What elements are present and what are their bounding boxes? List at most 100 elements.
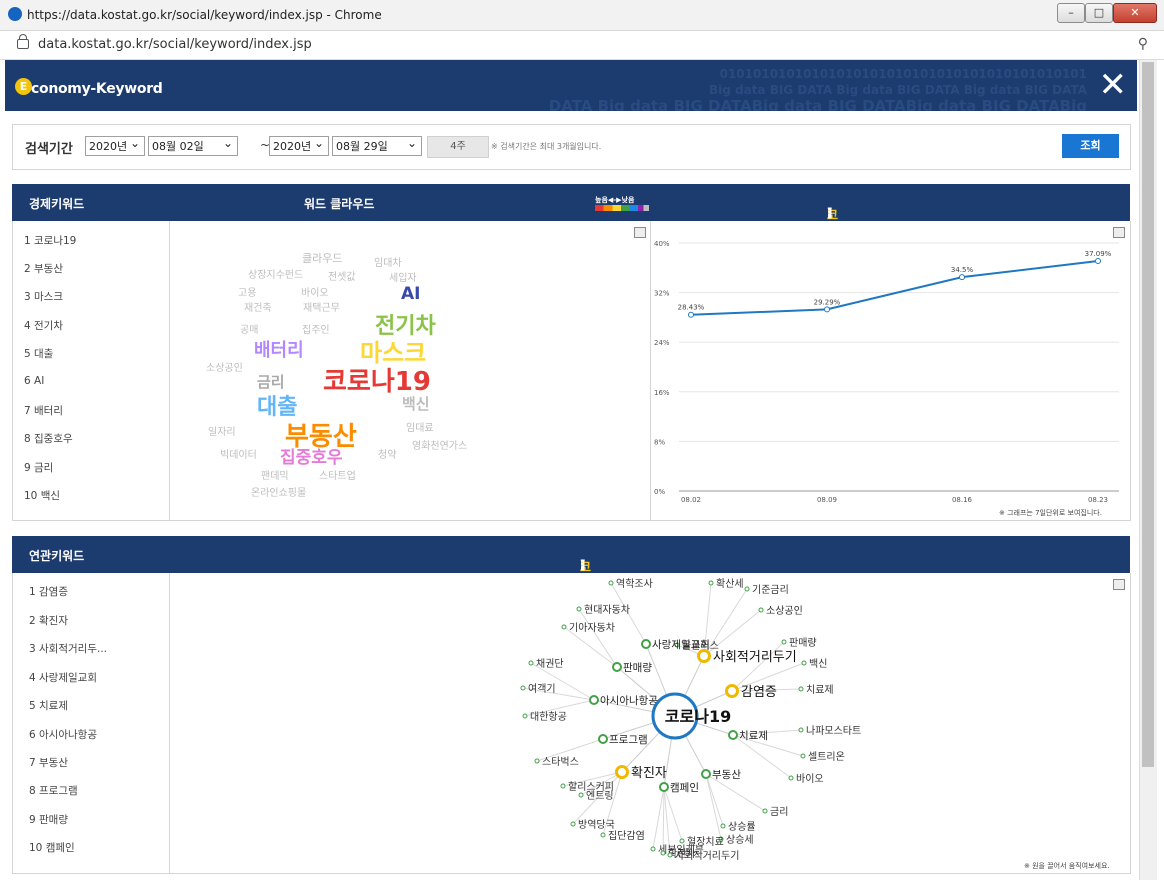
network-leaf-node[interactable] (660, 850, 666, 856)
network-leaf-node[interactable] (534, 758, 540, 764)
list-item[interactable]: 8 프로그램 (29, 783, 78, 798)
word-cloud-term[interactable]: 일자리 (208, 423, 236, 438)
network-leaf-node[interactable] (679, 838, 685, 844)
network-mid-node[interactable] (701, 769, 711, 779)
maximize-button[interactable]: □ (1085, 3, 1113, 23)
list-item[interactable]: 1 감염증 (29, 584, 68, 599)
network-leaf-node[interactable] (781, 639, 787, 645)
list-item[interactable]: 3 사회적거리두... (29, 641, 107, 656)
word-cloud-term[interactable]: 클라우드 (302, 250, 342, 266)
network-mid-node[interactable] (659, 782, 669, 792)
network-leaf-node[interactable] (801, 660, 807, 666)
network-leaf-node[interactable] (800, 753, 806, 759)
network-leaf-node[interactable] (720, 823, 726, 829)
start-date-select[interactable]: 08월 02일 (148, 133, 238, 156)
word-cloud-term[interactable]: 집주인 (302, 321, 330, 336)
word-cloud-term[interactable]: 소상공인 (206, 359, 243, 374)
list-item[interactable]: 9 판매량 (29, 812, 68, 827)
network-leaf-node[interactable] (600, 832, 606, 838)
network-leaf-node[interactable] (708, 580, 714, 586)
network-mid-node[interactable] (728, 730, 738, 740)
network-leaf-node[interactable] (561, 624, 567, 630)
network-leaf-node[interactable] (744, 586, 750, 592)
list-item[interactable]: 7 부동산 (29, 755, 68, 770)
list-item[interactable]: 7 배터리 (24, 403, 63, 418)
network-major-node[interactable] (615, 765, 629, 779)
word-cloud-term[interactable]: 청약 (378, 446, 396, 461)
address-bar[interactable]: data.kostat.go.kr/social/keyword/index.j… (0, 31, 1164, 60)
url-text[interactable]: data.kostat.go.kr/social/keyword/index.j… (38, 37, 312, 52)
network-leaf-label: 기아자동차 (569, 622, 615, 634)
scrollbar[interactable] (1139, 60, 1157, 880)
word-cloud-term[interactable]: 임대차 (374, 254, 402, 269)
network-mid-node[interactable] (598, 734, 608, 744)
network-major-node[interactable] (697, 649, 711, 663)
end-date-select[interactable]: 08월 29일 (332, 133, 422, 156)
network-mid-node[interactable] (589, 695, 599, 705)
network-leaf-node[interactable] (798, 727, 804, 733)
network-leaf-node[interactable] (798, 686, 804, 692)
network-leaf-node[interactable] (570, 821, 576, 827)
list-item[interactable]: 5 대출 (24, 346, 53, 361)
zoom-icon[interactable]: ⚲ (1138, 36, 1148, 52)
search-button[interactable]: 조회 (1062, 134, 1119, 158)
network-mid-node[interactable] (641, 639, 651, 649)
network-major-node[interactable] (725, 684, 739, 698)
word-cloud-term[interactable]: 집중호우 (280, 443, 343, 468)
network-leaf-node[interactable] (520, 685, 526, 691)
network-leaf-node[interactable] (528, 660, 534, 666)
related-keyword-bar: 연관키워드 [코로나19] 키워드 관계망 (12, 536, 1130, 673)
keyword-network-graph[interactable]: 역학조사 확산세기준금리현대자동차 소상공인기아자동차판매량채권단 백신여객기 치료제대… (170, 573, 1130, 873)
word-cloud-term[interactable]: 빅데이터 (220, 446, 257, 461)
image-save-icon[interactable] (634, 227, 646, 238)
word-cloud-term[interactable]: 상장지수펀드 (248, 266, 303, 281)
word-cloud-term[interactable]: 바이오 (301, 284, 329, 299)
list-item[interactable]: 5 치료제 (29, 698, 68, 713)
word-cloud-term[interactable]: 세입자 (389, 269, 417, 284)
list-item[interactable]: 2 확진자 (29, 613, 68, 628)
list-item[interactable]: 6 AI (24, 375, 44, 387)
word-cloud-term[interactable]: 온라인쇼핑몰 (251, 484, 306, 499)
network-leaf-node[interactable] (522, 713, 528, 719)
network-leaf-node[interactable] (650, 846, 656, 852)
network-leaf-node[interactable] (560, 783, 566, 789)
start-year-select[interactable]: 2020년 (85, 133, 145, 156)
network-leaf-node[interactable] (578, 792, 584, 798)
word-cloud-term[interactable]: 전셋값 (328, 268, 356, 283)
network-leaf-label: 판매량 (789, 637, 817, 649)
network-leaf-node[interactable] (762, 808, 768, 814)
word-cloud-term[interactable]: 임대료 (406, 419, 434, 434)
word-cloud-term[interactable]: 고용 (238, 284, 256, 299)
list-item[interactable]: 10 백신 (24, 488, 60, 503)
y-tick-label: 16% (654, 389, 670, 397)
word-cloud-term[interactable]: 영화천연가스 (412, 437, 467, 452)
list-item[interactable]: 9 금리 (24, 460, 53, 475)
network-leaf-node[interactable] (667, 852, 673, 858)
word-cloud-term[interactable]: AI (401, 284, 420, 304)
minimize-button[interactable]: – (1057, 3, 1085, 23)
network-leaf-node[interactable] (608, 580, 614, 586)
list-item[interactable]: 2 부동산 (24, 261, 63, 276)
word-cloud-term[interactable]: 배터리 (254, 336, 304, 362)
word-cloud-term[interactable]: 공매 (240, 321, 258, 336)
list-item[interactable]: 8 집중호우 (24, 431, 73, 446)
scrollbar-thumb[interactable] (1142, 62, 1154, 767)
word-cloud-term[interactable]: 스타트업 (319, 467, 356, 482)
network-leaf-node[interactable] (788, 775, 794, 781)
end-year-select[interactable]: 2020년 (269, 133, 329, 156)
word-cloud-term[interactable]: 백신 (402, 393, 430, 414)
network-leaf-node[interactable] (576, 606, 582, 612)
list-item[interactable]: 6 아시아나항공 (29, 727, 97, 742)
word-cloud-term[interactable]: 팬데믹 (261, 467, 289, 482)
close-popup-button[interactable]: ✕ (1099, 68, 1128, 102)
close-window-button[interactable]: ✕ (1113, 3, 1157, 23)
list-item[interactable]: 3 마스크 (24, 289, 63, 304)
list-item[interactable]: 10 캠페인 (29, 840, 75, 855)
list-item[interactable]: 4 전기차 (24, 318, 63, 333)
word-cloud-term[interactable]: 재건축 (244, 299, 272, 314)
list-item[interactable]: 4 사랑제일교회 (29, 670, 97, 685)
word-cloud-term[interactable]: 재택근무 (303, 299, 340, 314)
network-leaf-node[interactable] (758, 607, 764, 613)
list-item[interactable]: 1 코로나19 (24, 233, 76, 248)
network-mid-node[interactable] (612, 662, 622, 672)
